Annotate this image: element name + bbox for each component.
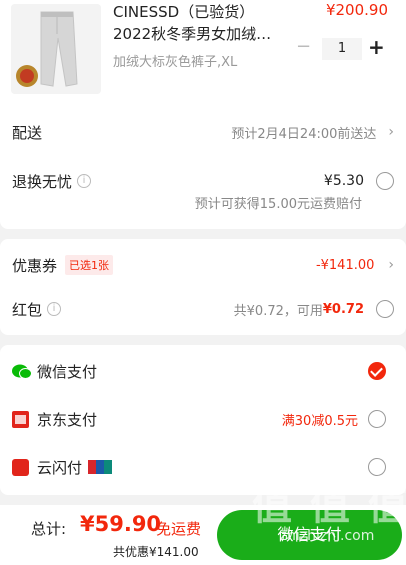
total-label: 总计: — [31, 520, 67, 538]
product-spec: 加绒大标灰色裤子,XL — [113, 55, 238, 70]
shipping-label: 免运费 — [156, 520, 202, 538]
return-insurance-price: ¥5.30 — [323, 173, 364, 189]
payment-radio[interactable] — [368, 458, 386, 476]
return-insurance-row[interactable]: 退换无忧 i ¥5.30 — [0, 170, 406, 192]
return-insurance-radio[interactable] — [376, 172, 394, 190]
wechat-pay-icon — [12, 364, 32, 379]
quantity-minus-button[interactable]: − — [296, 36, 311, 57]
coupon-row[interactable]: 优惠券 已选1张 -¥141.00 › — [0, 254, 406, 276]
quantity-value[interactable]: 1 — [322, 38, 362, 60]
payment-label: 京东支付 — [37, 410, 98, 429]
red-packet-row[interactable]: 红包 i 共¥0.72，可用 ¥0.72 — [0, 298, 406, 320]
payment-option-jd[interactable]: 京东支付 满30减0.5元 — [0, 408, 406, 430]
jd-pay-icon — [12, 410, 29, 428]
pay-button-label: 微信支付 — [277, 525, 342, 544]
product-title-line2[interactable]: 2022秋冬季男女加绒… — [113, 23, 271, 44]
return-insurance-note: 预计可获得15.00元运费赔付 — [194, 197, 362, 212]
return-insurance-label: 退换无忧 — [12, 172, 73, 191]
discount-card: 优惠券 已选1张 -¥141.00 › 红包 i 共¥0.72，可用 ¥0.72 — [0, 239, 406, 335]
red-packet-label: 红包 — [12, 300, 43, 319]
coupon-badge: 已选1张 — [65, 255, 114, 275]
payment-label: 云闪付 — [37, 458, 83, 477]
coupon-label: 优惠券 — [12, 256, 58, 275]
discount-summary: 共优惠¥141.00 — [113, 545, 199, 559]
delivery-card: 配送 预计2月4日24:00前送达 › 退换无忧 i ¥5.30 预计可获得15… — [0, 107, 406, 229]
chevron-right-icon: › — [388, 257, 394, 273]
payment-radio[interactable] — [368, 410, 386, 428]
payment-card: 微信支付 京东支付 满30减0.5元 云闪付 — [0, 345, 406, 495]
product-title-line1[interactable]: CINESSD（已验货） — [113, 1, 254, 22]
delivery-label: 配送 — [12, 123, 43, 142]
delivery-row[interactable]: 配送 预计2月4日24:00前送达 › — [0, 121, 406, 143]
info-icon[interactable]: i — [77, 174, 92, 188]
product-image[interactable] — [11, 4, 101, 94]
pants-image — [11, 4, 101, 94]
quantity-plus-button[interactable]: + — [368, 35, 385, 59]
payment-option-unionpay[interactable]: 云闪付 — [0, 456, 406, 478]
chevron-right-icon: › — [388, 124, 394, 140]
red-packet-radio[interactable] — [376, 300, 394, 318]
info-icon[interactable]: i — [47, 302, 62, 316]
quickpass-icon — [12, 458, 29, 476]
total-value: ¥59.90 — [80, 512, 162, 536]
checkout-bar: 总计: ¥59.90 免运费 共优惠¥141.00 微信支付 — [0, 505, 406, 565]
delivery-value: 预计2月4日24:00前送达 — [231, 126, 377, 142]
payment-option-wechat[interactable]: 微信支付 — [0, 360, 406, 382]
red-packet-prefix: 共¥0.72，可用 — [233, 303, 323, 319]
product-card: CINESSD（已验货） 2022秋冬季男女加绒… 加绒大标灰色裤子,XL ¥2… — [0, 0, 406, 107]
unionpay-logo-icon — [88, 460, 113, 474]
payment-label: 微信支付 — [37, 362, 98, 381]
red-packet-available: ¥0.72 — [322, 301, 364, 317]
coupon-value: -¥141.00 — [315, 257, 375, 273]
pay-button[interactable]: 微信支付 — [217, 510, 402, 560]
product-price: ¥200.90 — [325, 1, 388, 19]
payment-radio-selected[interactable] — [368, 362, 386, 380]
jd-pay-promo: 满30减0.5元 — [281, 413, 358, 429]
